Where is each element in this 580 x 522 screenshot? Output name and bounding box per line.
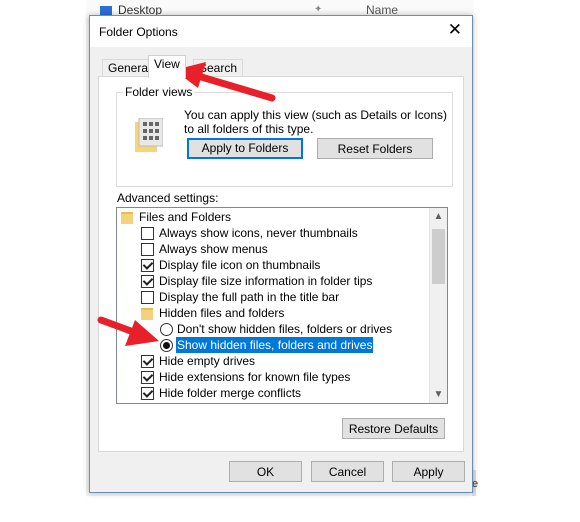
list-scrollbar[interactable]: ▲ ▼: [429, 208, 447, 403]
list-item-label: Always show icons, never thumbnails: [159, 226, 358, 240]
cancel-button[interactable]: Cancel: [311, 461, 384, 482]
checkbox[interactable]: [141, 291, 154, 304]
list-item-label: Hide empty drives: [159, 354, 256, 368]
list-item-label: Always show menus: [159, 242, 268, 256]
annotation-arrow-show-hidden: [97, 316, 159, 346]
checkbox[interactable]: [141, 259, 154, 272]
scroll-down-icon[interactable]: ▼: [430, 386, 447, 403]
folder-views-group: Folder views You can apply this view (su…: [116, 85, 453, 187]
list-item-label: Hide folder merge conflicts: [159, 386, 302, 400]
apply-button[interactable]: Apply: [392, 461, 465, 482]
list-item-label: Don't show hidden files, folders or driv…: [177, 322, 393, 336]
desktop-folder-icon: [100, 6, 112, 15]
checkbox[interactable]: [141, 387, 154, 400]
apply-to-folders-button[interactable]: Apply to Folders: [187, 138, 303, 159]
checkbox[interactable]: [141, 371, 154, 384]
folder-view-icon: [135, 118, 163, 152]
list-item-label: Hidden files and folders: [159, 306, 285, 320]
folder-icon: [121, 212, 133, 224]
list-item-label-selected: Show hidden files, folders and drives: [176, 337, 374, 353]
tab-view[interactable]: View: [148, 55, 186, 78]
list-item-label: Display file icon on thumbnails: [159, 258, 321, 272]
advanced-settings-list: Files and Folders Always show icons, nev…: [116, 207, 448, 404]
list-item-label: Display file size information in folder …: [159, 274, 373, 288]
list-item-label: Hide extensions for known file types: [159, 370, 351, 384]
scroll-up-icon[interactable]: ▲: [430, 208, 447, 225]
pin-icon: ✦: [314, 4, 323, 15]
checkbox[interactable]: [141, 243, 154, 256]
restore-defaults-button[interactable]: Restore Defaults: [342, 418, 445, 439]
reset-folders-button[interactable]: Reset Folders: [317, 138, 433, 159]
dialog-title: Folder Options: [99, 25, 178, 39]
list-item-label: Files and Folders: [139, 210, 232, 224]
checkbox[interactable]: [141, 275, 154, 288]
folder-views-description: You can apply this view (such as Details…: [184, 108, 448, 136]
ok-button[interactable]: OK: [229, 461, 302, 482]
checkbox[interactable]: [141, 227, 154, 240]
scroll-thumb[interactable]: [432, 229, 445, 284]
advanced-settings-label: Advanced settings:: [117, 191, 219, 205]
annotation-arrow-view-tab: [174, 62, 276, 102]
title-bar: Folder Options ✕: [90, 16, 472, 47]
list-item-label: Display the full path in the title bar: [159, 290, 340, 304]
checkbox[interactable]: [141, 355, 154, 368]
close-button[interactable]: ✕: [448, 20, 462, 40]
